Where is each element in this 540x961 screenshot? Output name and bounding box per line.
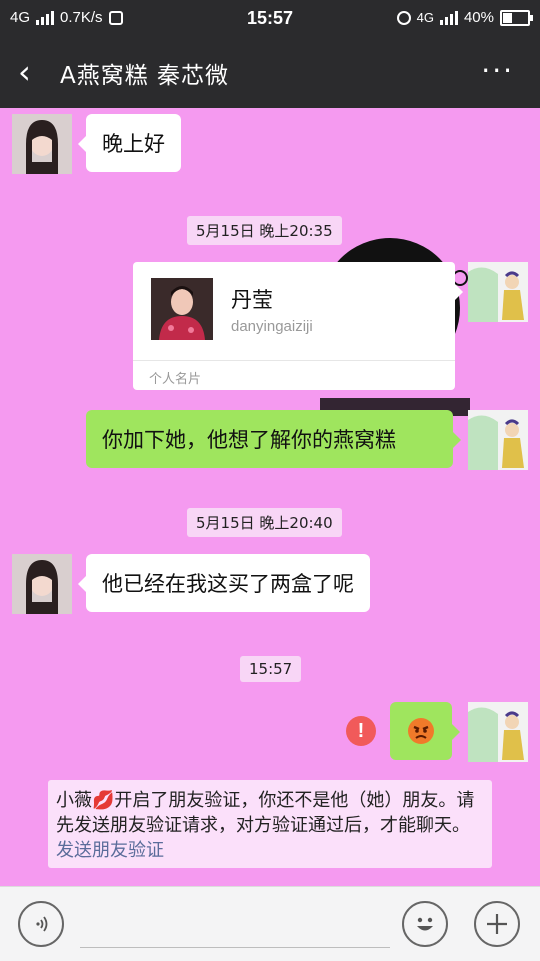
more-options-button[interactable]: ··· <box>481 54 514 87</box>
message-bubble-received[interactable]: 他已经在我这买了两盒了呢 <box>78 554 370 612</box>
timestamp: 5月15日 晚上20:35 <box>187 216 342 245</box>
send-verification-link[interactable]: 发送朋友验证 <box>56 840 164 861</box>
signal-icon-right <box>439 10 458 25</box>
back-button[interactable]: ‹ <box>18 54 31 90</box>
message-text: 他已经在我这买了两盒了呢 <box>102 572 354 596</box>
notice-text: 小薇💋开启了朋友验证，你还不是他（她）朋友。请先发送朋友验证请求，对方验证通过后… <box>56 790 475 836</box>
voice-button[interactable] <box>18 901 64 947</box>
card-type-label: 个人名片 <box>149 372 202 387</box>
timestamp: 5月15日 晚上20:40 <box>187 508 342 537</box>
message-bubble-sent-emoji[interactable] <box>390 702 460 760</box>
card-name: 丹莹 <box>231 288 273 312</box>
chat-header: ‹ A燕窝糕 秦芯微 ··· <box>0 36 540 108</box>
friend-verification-notice: 小薇💋开启了朋友验证，你还不是他（她）朋友。请先发送朋友验证请求，对方验证通过后… <box>48 780 492 868</box>
card-divider <box>133 360 455 361</box>
card-account: danyingaiziji <box>231 318 313 335</box>
emoji-button[interactable] <box>402 901 448 947</box>
smiley-icon <box>417 917 433 931</box>
my-avatar[interactable] <box>468 410 528 470</box>
message-bubble-received[interactable]: 晚上好 <box>78 114 181 172</box>
contact-avatar[interactable] <box>12 554 72 614</box>
input-bar <box>0 886 540 961</box>
message-input[interactable] <box>80 947 390 948</box>
battery-percent: 40% <box>463 9 494 26</box>
my-avatar[interactable] <box>468 262 528 322</box>
angry-face-icon <box>408 718 434 744</box>
voice-icon <box>36 916 48 932</box>
network-type-right: 4G <box>416 10 434 25</box>
message-text: 你加下她，他想了解你的燕窝糕 <box>102 428 396 452</box>
chat-title: A燕窝糕 秦芯微 <box>60 63 230 89</box>
more-functions-button[interactable] <box>474 901 520 947</box>
alarm-icon <box>396 10 411 25</box>
timestamp: 15:57 <box>240 656 302 682</box>
contact-avatar[interactable] <box>12 114 72 174</box>
contact-card[interactable]: 丹莹 danyingaiziji 个人名片 <box>133 262 463 390</box>
card-photo <box>151 278 213 340</box>
plus-icon <box>487 914 507 934</box>
message-bubble-sent[interactable]: 你加下她，他想了解你的燕窝糕 <box>86 410 461 468</box>
send-failed-icon[interactable]: ! <box>346 716 376 746</box>
status-bar: 4G 0.7K/s 15:57 4G 40% <box>0 0 540 36</box>
my-avatar[interactable] <box>468 702 528 762</box>
chat-area[interactable]: 晚上好 5月15日 晚上20:35 丹莹 danyingaiziji 个人名片 <box>0 108 540 886</box>
battery-icon <box>500 9 533 26</box>
message-text: 晚上好 <box>102 132 165 156</box>
